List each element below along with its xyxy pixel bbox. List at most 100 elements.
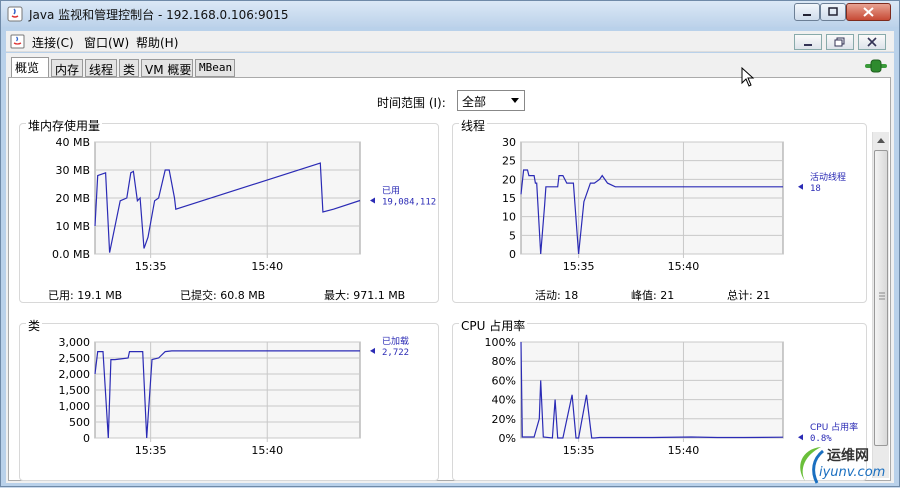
mouse-cursor-icon	[741, 67, 755, 87]
threads-x-tick-label: 15:35	[563, 260, 595, 273]
maximize-icon	[828, 7, 838, 16]
classes-panel: 类 0 500 1,000 1,500 2,000 2,500 3,000 15:35 15:4…	[19, 317, 439, 481]
watermark-swirl-icon	[800, 447, 824, 484]
heap-committed-stat: 已提交: 60.8 MB	[180, 289, 266, 302]
watermark-logo: 运维网 iyunv.com	[791, 441, 900, 488]
window-title: Java 监视和管理控制台 - 192.168.0.106:9015	[29, 8, 289, 22]
heap-memory-panel: 堆内存使用量 0.0 MB 10 MB 20 MB 30 MB 40 MB 15:35 15…	[19, 117, 439, 303]
chevron-down-icon	[511, 98, 519, 103]
time-range-select[interactable]: 全部	[457, 90, 525, 111]
classes-chart: 0 500 1,000 1,500 2,000 2,500 3,000 15:35 15:40 已…	[59, 335, 410, 457]
tab-threads[interactable]: 线程	[85, 59, 117, 77]
classes-y-tick-label: 1,500	[59, 384, 91, 397]
heap-y-tick-label: 20 MB	[55, 192, 90, 205]
time-range-label: 时间范围 (I):	[377, 96, 446, 110]
minimize-button[interactable]	[794, 3, 820, 21]
threads-y-tick-label: 20	[502, 173, 516, 186]
heap-chart: 0.0 MB 10 MB 20 MB 30 MB 40 MB 15:35 15:40 已用19…	[52, 136, 436, 273]
threads-y-tick-label: 30	[502, 136, 516, 149]
classes-legend-marker	[370, 347, 375, 354]
threads-live-stat: 活动: 18	[535, 289, 579, 302]
menu-connect[interactable]: 连接(C)	[32, 34, 74, 51]
classes-y-tick-label: 3,000	[59, 336, 91, 349]
threads-legend-label: 活动线程	[810, 171, 846, 183]
tab-classes[interactable]: 类	[119, 59, 139, 77]
cpu-y-tick-label: 80%	[492, 355, 516, 368]
restore-icon	[834, 37, 845, 47]
minimize-icon	[803, 14, 811, 16]
heap-legend-value: 19,084,112	[382, 198, 436, 208]
classes-y-tick-label: 0	[83, 432, 90, 445]
tab-mbean[interactable]: MBean	[195, 59, 235, 77]
grip-icon	[879, 292, 885, 300]
classes-y-tick-label: 1,000	[59, 400, 91, 413]
cpu-legend-marker	[798, 434, 803, 441]
threads-y-tick-label: 25	[502, 155, 516, 168]
threads-total-stat: 总计: 21	[727, 289, 771, 302]
heap-y-tick-label: 0.0 MB	[52, 248, 90, 261]
title-bar[interactable]: Java 监视和管理控制台 - 192.168.0.106:9015	[1, 1, 899, 27]
inner-minimize-button[interactable]	[794, 34, 822, 50]
menu-help[interactable]: 帮助(H)	[136, 34, 178, 51]
threads-y-tick-label: 5	[509, 229, 516, 242]
cpu-y-tick-label: 0%	[499, 432, 516, 445]
threads-y-tick-label: 10	[502, 211, 516, 224]
watermark-url: iyunv.com	[819, 465, 886, 480]
classes-legend-label: 已加载	[382, 335, 409, 347]
menu-window[interactable]: 窗口(W)	[84, 34, 129, 51]
cpu-y-tick-label: 20%	[492, 413, 516, 426]
tab-vm-summary[interactable]: VM 概要	[141, 59, 193, 77]
watermark-name: 运维网	[827, 448, 869, 464]
menu-bar: 连接(C) 窗口(W) 帮助(H)	[6, 31, 894, 52]
inner-restore-button[interactable]	[826, 34, 854, 50]
maximize-button[interactable]	[820, 3, 846, 21]
heap-y-tick-label: 40 MB	[55, 136, 90, 149]
java-icon	[7, 6, 23, 22]
threads-y-tick-label: 0	[509, 248, 516, 261]
classes-y-tick-label: 2,000	[59, 368, 91, 381]
overview-panel: 时间范围 (I): 全部 堆内存使用量 0.0 MB 10 MB 20 MB 30 M…	[8, 77, 891, 481]
tab-overview[interactable]: 概览	[11, 57, 49, 77]
close-icon	[867, 37, 877, 47]
inner-close-button[interactable]	[858, 34, 886, 50]
cpu-plot-area	[520, 341, 784, 439]
content-area: 概览 内存 线程 类 VM 概要 MBean 时间范围 (I): 全部 堆内存使…	[6, 53, 894, 483]
scrollbar-thumb[interactable]	[874, 150, 888, 446]
minimize-icon	[804, 44, 812, 46]
tab-memory[interactable]: 内存	[51, 59, 83, 77]
heap-x-tick-label: 15:35	[135, 260, 167, 273]
app-window: Java 监视和管理控制台 - 192.168.0.106:9015 连接(C)…	[0, 0, 900, 487]
heap-y-tick-label: 10 MB	[55, 220, 90, 233]
cpu-y-tick-label: 60%	[492, 374, 516, 387]
close-button[interactable]	[846, 3, 891, 21]
heap-max-stat: 最大: 971.1 MB	[324, 289, 406, 302]
heap-x-tick-label: 15:40	[251, 260, 283, 273]
classes-x-tick-label: 15:35	[135, 444, 167, 457]
classes-x-tick-label: 15:40	[251, 444, 283, 457]
classes-legend-value: 2,722	[382, 348, 409, 358]
threads-legend-marker	[798, 183, 803, 190]
connection-status-icon[interactable]	[864, 58, 888, 74]
threads-chart: 0 5 10 15 20 25 30 15:35 15:40 活动线程18	[502, 136, 846, 273]
time-range-value: 全部	[462, 95, 487, 109]
cpu-legend-label: CPU 占用率	[810, 421, 858, 433]
vertical-scrollbar[interactable]	[872, 132, 889, 478]
threads-panel: 线程 0 5 10 15 20 25 30 15:35 15:40 活动线程 18 活动: 18 峰…	[452, 117, 867, 303]
cpu-x-tick-label: 15:35	[563, 444, 595, 457]
heap-y-tick-label: 30 MB	[55, 164, 90, 177]
threads-legend-value: 18	[810, 184, 821, 194]
close-icon	[863, 7, 874, 17]
classes-y-tick-label: 500	[69, 416, 90, 429]
java-small-icon	[10, 34, 25, 49]
cpu-y-tick-label: 40%	[492, 394, 516, 407]
cpu-y-tick-label: 100%	[485, 336, 516, 349]
threads-x-tick-label: 15:40	[668, 260, 700, 273]
cpu-x-tick-label: 15:40	[668, 444, 700, 457]
classes-y-tick-label: 2,500	[59, 352, 91, 365]
heap-legend-marker	[370, 197, 375, 204]
heap-legend-label: 已用	[382, 186, 400, 197]
scroll-up-arrow-icon[interactable]	[873, 132, 889, 148]
heap-used-stat: 已用: 19.1 MB	[48, 289, 123, 302]
threads-y-tick-label: 15	[502, 192, 516, 205]
threads-peak-stat: 峰值: 21	[631, 289, 675, 302]
